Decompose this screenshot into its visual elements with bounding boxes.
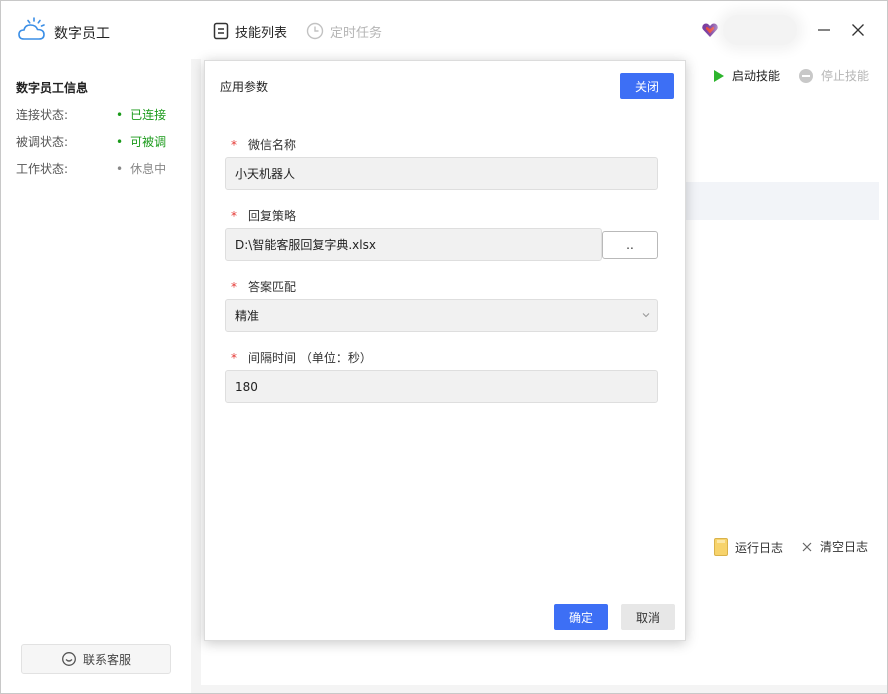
run-log-button[interactable]: 运行日志 <box>714 538 783 556</box>
required-mark: * <box>231 280 237 294</box>
work-status-value: 休息中 <box>116 160 166 177</box>
cancel-button[interactable]: 取消 <box>621 604 675 630</box>
answer-match-label: * 答案匹配 <box>231 278 296 295</box>
title-bar: 数字员工 技能列表 定时任务 <box>1 1 887 59</box>
cloud-logo-icon <box>18 17 45 40</box>
answer-match-label-text: 答案匹配 <box>248 280 297 294</box>
connection-status-label: 连接状态: <box>16 108 69 122</box>
app-window: 数字员工 技能列表 定时任务 数字员工信息 连接状态: • 已连接 被调状态: … <box>0 0 888 694</box>
callable-status-label: 被调状态: <box>16 135 69 149</box>
run-log-label: 运行日志 <box>735 540 784 555</box>
interval-label-text: 间隔时间 （单位：秒） <box>248 351 372 365</box>
tab-skill-list[interactable]: 技能列表 <box>213 21 287 41</box>
wechat-name-input[interactable]: 小天机器人 <box>225 157 658 190</box>
contact-support-button[interactable]: 联系客服 <box>21 644 171 674</box>
start-skill-button[interactable]: 启动技能 <box>713 67 780 84</box>
minimize-icon <box>818 29 830 31</box>
tab-scheduled-tasks[interactable]: 定时任务 <box>306 21 382 41</box>
connection-status-row: 连接状态: 已连接 <box>16 106 186 124</box>
minimize-button[interactable] <box>813 19 835 41</box>
callable-status-row: 被调状态: 可被调 <box>16 133 186 151</box>
stop-icon <box>799 68 813 83</box>
confirm-button[interactable]: 确定 <box>554 604 608 630</box>
tab-scheduled-tasks-label: 定时任务 <box>330 25 383 41</box>
work-status-label: 工作状态: <box>16 162 69 176</box>
close-icon <box>852 24 864 36</box>
stop-skill-label: 停止技能 <box>821 69 870 83</box>
connection-status-value: 已连接 <box>116 106 166 123</box>
reply-strategy-label-text: 回复策略 <box>248 209 297 223</box>
app-params-dialog: 应用参数 关闭 * 微信名称 小天机器人 * 回复策略 D:\智能客服回复字典.xl… <box>204 60 686 641</box>
clear-x-icon <box>802 542 812 551</box>
clock-icon <box>306 22 324 40</box>
callable-status-value: 可被调 <box>116 133 166 150</box>
wechat-name-label: * 微信名称 <box>231 136 296 153</box>
selected-row-highlight <box>686 182 879 220</box>
answer-match-value: 精准 <box>235 309 260 323</box>
sidebar-title: 数字员工信息 <box>16 81 89 95</box>
browse-file-button[interactable]: .. <box>602 231 658 259</box>
headset-icon <box>62 652 76 666</box>
contact-support-label: 联系客服 <box>82 652 131 667</box>
reply-strategy-input[interactable]: D:\智能客服回复字典.xlsx <box>225 228 602 261</box>
clear-log-button[interactable]: 清空日志 <box>801 538 868 555</box>
answer-match-select[interactable]: 精准 <box>225 299 658 332</box>
stop-skill-button[interactable]: 停止技能 <box>798 67 869 84</box>
tab-skill-list-label: 技能列表 <box>235 25 288 41</box>
required-mark: * <box>231 351 237 365</box>
required-mark: * <box>231 209 237 223</box>
required-mark: * <box>231 138 237 152</box>
dialog-title: 应用参数 <box>220 80 269 94</box>
heart-brand-icon <box>702 23 718 37</box>
chevron-down-icon <box>642 313 650 318</box>
clear-log-label: 清空日志 <box>820 540 869 554</box>
wechat-name-label-text: 微信名称 <box>248 138 297 152</box>
play-icon <box>714 69 724 82</box>
dialog-close-button[interactable]: 关闭 <box>620 73 674 99</box>
user-avatar[interactable] <box>723 15 797 45</box>
document-icon <box>213 22 229 40</box>
reply-strategy-label: * 回复策略 <box>231 207 296 224</box>
app-name: 数字员工 <box>54 26 110 42</box>
log-file-icon <box>714 538 728 556</box>
interval-label: * 间隔时间 （单位：秒） <box>231 349 372 366</box>
sidebar: 数字员工信息 连接状态: 已连接 被调状态: 可被调 工作状态: 休息中 联系客… <box>1 59 191 693</box>
close-window-button[interactable] <box>847 19 869 41</box>
work-status-row: 工作状态: 休息中 <box>16 160 186 178</box>
start-skill-label: 启动技能 <box>732 69 781 83</box>
interval-input[interactable]: 180 <box>225 370 658 403</box>
